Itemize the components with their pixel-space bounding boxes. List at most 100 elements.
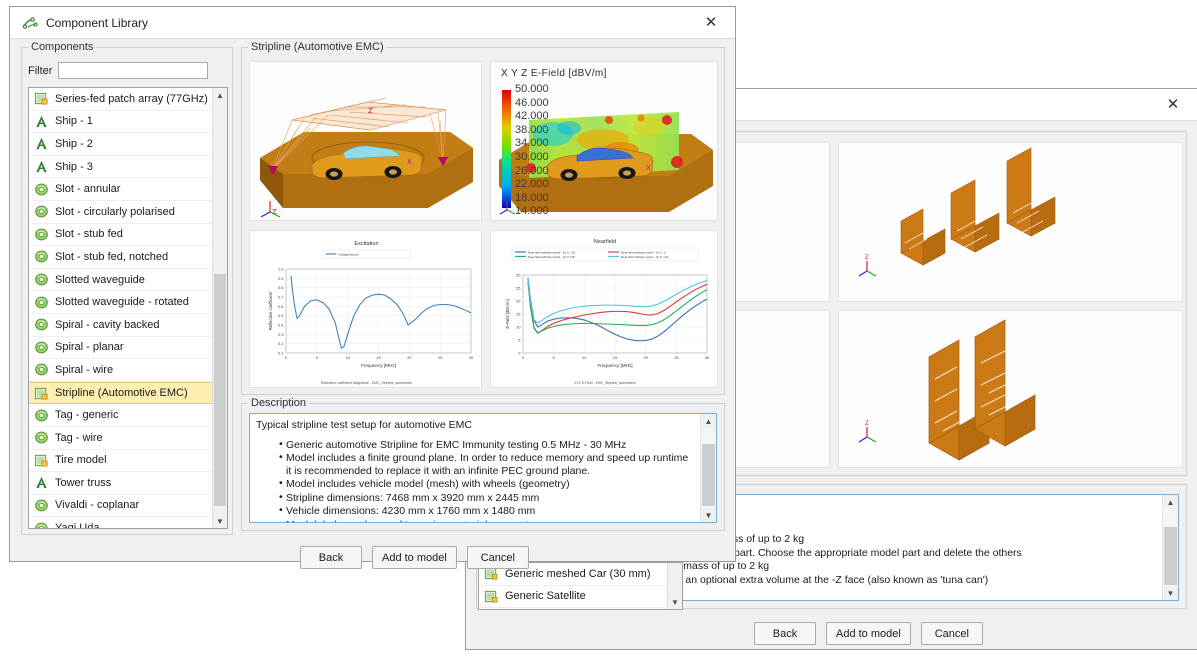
scroll-down-icon[interactable]: ▼ xyxy=(213,514,227,528)
excitation-chart: ExcitationVoltageSource10510152025300.10… xyxy=(250,231,482,388)
scroll-down-icon[interactable]: ▼ xyxy=(668,595,682,609)
scroll-down-icon[interactable]: ▼ xyxy=(701,508,716,522)
svg-text:1.0: 1.0 xyxy=(278,267,284,272)
list-item[interactable]: Ship - 2 xyxy=(29,133,213,156)
list-item[interactable]: Tag - wire xyxy=(29,427,213,450)
description-group: Description Typical stripline test setup… xyxy=(241,403,725,531)
list-item[interactable]: Slot - annular xyxy=(29,178,213,201)
cancel-button[interactable]: Cancel xyxy=(921,622,983,645)
list-item[interactable]: Tire model xyxy=(29,450,213,473)
family-tile-2[interactable]: Z xyxy=(838,142,1183,302)
list-item[interactable]: Generic Satellite xyxy=(479,586,668,609)
list-item-label: Slot - annular xyxy=(55,183,120,195)
list-item-label: Tag - wire xyxy=(55,432,103,444)
list-item[interactable]: Slotted waveguide - rotated xyxy=(29,291,213,314)
list-item: Generic automotive Stripline for EMC Imm… xyxy=(286,439,695,452)
description-textarea[interactable]: Typical stripline test setup for automot… xyxy=(249,413,717,523)
y-axis-label: Reflection coefficient xyxy=(268,291,273,330)
list-item-label: Vivaldi - coplanar xyxy=(55,499,139,511)
nearfield-chart: Nearfield Near field arbitrary points - (… xyxy=(491,231,718,388)
slot-icon xyxy=(34,227,49,242)
scrollbar-thumb[interactable] xyxy=(1164,527,1177,585)
list-item[interactable]: Spiral - planar xyxy=(29,337,213,360)
back-button[interactable]: Back xyxy=(754,622,816,645)
list-item[interactable]: Yagi Uda xyxy=(29,517,213,528)
stripline-geometry-render: Z X Z xyxy=(250,62,482,221)
list-item-label: Spiral - planar xyxy=(55,341,123,353)
add-to-model-button[interactable]: Add to model xyxy=(372,546,457,569)
legend-tick: 10.000 xyxy=(515,220,549,221)
back-list-scrollarea: Generic meshed Car (30 mm) Generic Satel… xyxy=(479,563,668,609)
svg-text:VoltageSource1: VoltageSource1 xyxy=(339,253,360,257)
list-item[interactable]: Tag - generic xyxy=(29,404,213,427)
efield-preview[interactable]: X X Y Z E-Field [dBV/m] 50.00046.00042.0… xyxy=(490,61,718,221)
scroll-down-icon[interactable]: ▼ xyxy=(1163,586,1178,600)
close-icon[interactable]: ✕ xyxy=(1153,90,1193,119)
excitation-chart-preview[interactable]: ExcitationVoltageSource10510152025300.10… xyxy=(249,230,482,388)
description-group-label: Description xyxy=(248,397,309,409)
list-item[interactable]: Slot - circularly polarised xyxy=(29,201,213,224)
slot-icon xyxy=(34,182,49,197)
chart-title: Nearfield xyxy=(594,239,616,245)
scroll-up-icon[interactable]: ▲ xyxy=(1163,495,1178,509)
list-item[interactable]: Spiral - wire xyxy=(29,359,213,382)
axis-gizmo-icon: Z xyxy=(859,255,876,276)
slot-icon xyxy=(34,272,49,287)
svg-text:Z: Z xyxy=(865,421,869,427)
list-item-label: Yagi Uda xyxy=(55,522,99,528)
back-button[interactable]: Back xyxy=(300,546,362,569)
y-axis-label: E-Field [dBV/m] xyxy=(505,299,510,328)
svg-text:10: 10 xyxy=(345,355,350,360)
family-tile-4[interactable]: Z xyxy=(838,310,1183,468)
list-item[interactable]: Slot - stub fed, notched xyxy=(29,246,213,269)
list-item[interactable]: Tower truss xyxy=(29,472,213,495)
chart-title: Excitation xyxy=(354,241,378,247)
list-item-label: Tower truss xyxy=(55,477,111,489)
svg-text:30: 30 xyxy=(516,273,521,278)
cancel-button[interactable]: Cancel xyxy=(467,546,529,569)
scrollbar-thumb[interactable] xyxy=(702,444,715,506)
list-item-selected[interactable]: Stripline (Automotive EMC) xyxy=(29,382,213,405)
back-list-scrollbar[interactable]: ▼ xyxy=(667,563,682,609)
component-list[interactable]: Series-fed patch array (77GHz)Ship - 1 Sh… xyxy=(28,87,228,529)
list-item[interactable]: Ship - 3 xyxy=(29,156,213,179)
slot-icon xyxy=(34,295,49,310)
list-item-label: Tag - generic xyxy=(55,409,119,421)
components-group-label: Components xyxy=(28,41,96,53)
svg-text:15: 15 xyxy=(613,355,618,360)
description-bullets: Generic automotive Stripline for EMC Imm… xyxy=(256,439,695,524)
add-to-model-button[interactable]: Add to model xyxy=(826,622,911,645)
preview-group: Stripline (Automotive EMC) xyxy=(241,47,725,395)
back-description-scrollbar[interactable]: ▲ ▼ xyxy=(1162,495,1178,600)
scrollbar-thumb[interactable] xyxy=(214,274,226,506)
description-scrollbar[interactable]: ▲ ▼ xyxy=(700,414,716,522)
list-item: Model includes a finite ground plane. In… xyxy=(286,452,695,477)
svg-text:25: 25 xyxy=(438,355,443,360)
scroll-up-icon[interactable]: ▲ xyxy=(701,414,716,428)
list-item-label: Ship - 2 xyxy=(55,138,93,150)
component-list-scrollbar[interactable]: ▲ ▼ xyxy=(212,88,227,528)
component-library-window[interactable]: Component Library ✕ Components Filter Se… xyxy=(9,6,736,562)
scroll-up-icon[interactable]: ▲ xyxy=(213,88,227,102)
geometry-preview[interactable]: Z X Z xyxy=(249,61,482,221)
legend-tick: 30.000 xyxy=(515,152,549,166)
close-icon[interactable]: ✕ xyxy=(691,8,731,37)
svg-text:Near field arbitrary points -: Near field arbitrary points - (0, 0, 1.2… xyxy=(621,255,668,259)
list-item[interactable]: Slotted waveguide xyxy=(29,269,213,292)
list-item-label: Slot - stub fed, notched xyxy=(55,251,168,263)
filter-row: Filter xyxy=(28,62,208,79)
x-axis-label: Frequency [MHz] xyxy=(598,363,633,368)
list-item[interactable]: Vivaldi - coplanar xyxy=(29,495,213,518)
legend-tick: 34.000 xyxy=(515,138,549,152)
svg-text:Z: Z xyxy=(368,107,373,115)
nearfield-chart-preview[interactable]: Nearfield Near field arbitrary points - (… xyxy=(490,230,718,388)
svg-text:10: 10 xyxy=(516,325,521,330)
back-window-component-list[interactable]: Generic meshed Car (30 mm) Generic Satel… xyxy=(478,562,683,610)
list-item[interactable]: Series-fed patch array (77GHz) xyxy=(29,88,213,111)
model-part-icon xyxy=(34,386,49,401)
list-item[interactable]: Spiral - cavity backed xyxy=(29,314,213,337)
svg-text:15: 15 xyxy=(376,355,381,360)
list-item[interactable]: Slot - stub fed xyxy=(29,224,213,247)
list-item[interactable]: Ship - 1 xyxy=(29,111,213,134)
filter-input[interactable] xyxy=(58,62,208,79)
